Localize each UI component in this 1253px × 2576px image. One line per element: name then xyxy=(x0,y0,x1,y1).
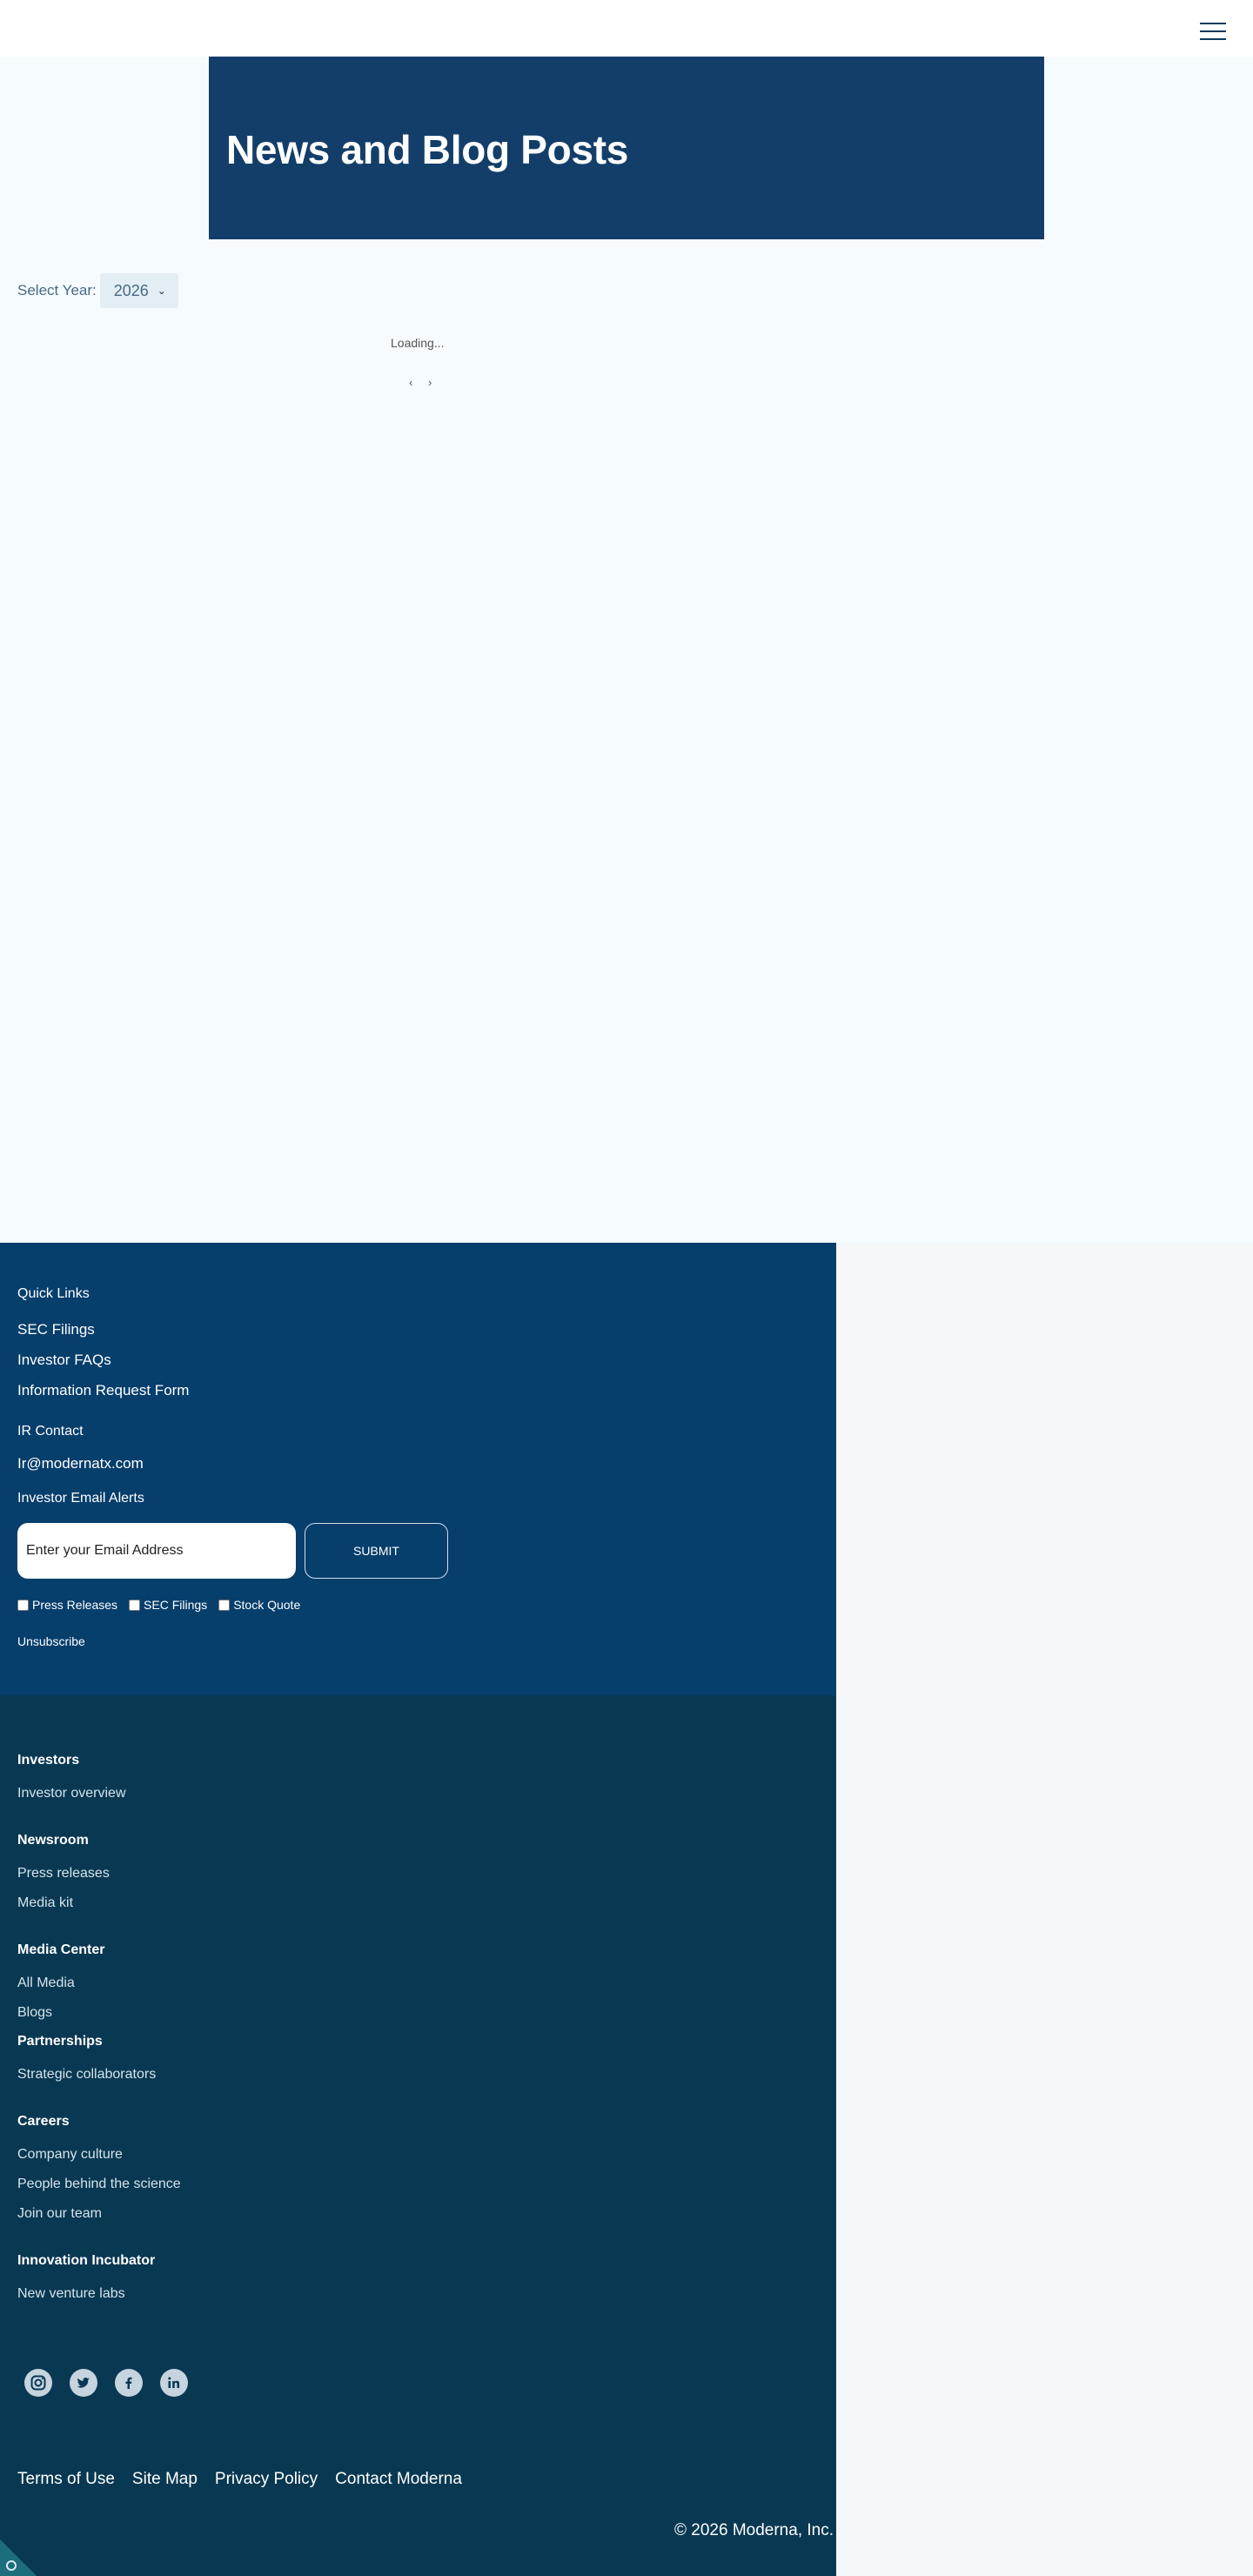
footer-heading-investors: Investors xyxy=(17,1753,80,1768)
top-bar xyxy=(0,0,1253,57)
next-page-button[interactable]: › xyxy=(428,376,435,389)
menu-line xyxy=(1200,38,1226,40)
footer-link-all-media[interactable]: All Media xyxy=(17,1976,75,1991)
loading-text: Loading... xyxy=(391,336,445,350)
footer-link-people-behind-science[interactable]: People behind the science xyxy=(17,2177,181,2192)
ir-email-link[interactable]: Ir@modernatx.com xyxy=(17,1455,144,1472)
copyright-text: © 2026 Moderna, Inc. xyxy=(674,2521,834,2539)
sec-filings-checkbox[interactable] xyxy=(129,1599,141,1611)
footer-link-join-our-team[interactable]: Join our team xyxy=(17,2206,102,2222)
cookie-settings-icon[interactable] xyxy=(0,2539,37,2576)
stock-quote-label: Stock Quote xyxy=(233,1598,301,1612)
footer-link-press-releases[interactable]: Press releases xyxy=(17,1866,110,1882)
hamburger-menu-icon[interactable] xyxy=(1200,23,1228,44)
facebook-icon[interactable] xyxy=(115,2369,143,2397)
submit-button[interactable]: SUBMIT xyxy=(305,1523,448,1579)
menu-line xyxy=(1200,30,1226,32)
footer-navigation: Investors Investor overview Newsroom Pre… xyxy=(0,1695,836,2576)
year-value: 2026 xyxy=(113,281,149,299)
year-select[interactable]: 2026 ⌄ xyxy=(99,273,178,308)
alert-options: Press Releases SEC Filings Stock Quote xyxy=(17,1598,312,1612)
quick-links-heading: Quick Links xyxy=(17,1286,90,1301)
footer-link-company-culture[interactable]: Company culture xyxy=(17,2147,123,2163)
quick-link-information-request[interactable]: Information Request Form xyxy=(17,1382,189,1399)
terms-of-use-link[interactable]: Terms of Use xyxy=(17,2470,115,2489)
footer-heading-innovation: Innovation Incubator xyxy=(17,2253,156,2268)
instagram-icon[interactable] xyxy=(24,2369,52,2397)
footer-link-media-kit[interactable]: Media kit xyxy=(17,1895,73,1911)
email-field[interactable]: Enter your Email Address xyxy=(17,1523,296,1579)
contact-moderna-link[interactable]: Contact Moderna xyxy=(335,2470,462,2489)
stock-quote-checkbox[interactable] xyxy=(218,1599,231,1611)
right-empty-area xyxy=(836,1243,1253,2576)
footer-investor-section: Quick Links SEC Filings Investor FAQs In… xyxy=(0,1243,836,1695)
stock-quote-option[interactable]: Stock Quote xyxy=(218,1598,300,1612)
page-title: News and Blog Posts xyxy=(226,127,629,172)
footer-heading-newsroom: Newsroom xyxy=(17,1833,89,1848)
pagination: ‹ › xyxy=(409,376,440,389)
footer-heading-partnerships: Partnerships xyxy=(17,2034,103,2049)
hero-banner: News and Blog Posts xyxy=(209,57,1044,239)
footer-heading-media-center: Media Center xyxy=(17,1942,105,1957)
site-map-link[interactable]: Site Map xyxy=(132,2470,198,2489)
footer-heading-careers: Careers xyxy=(17,2114,70,2129)
menu-line xyxy=(1200,23,1226,24)
footer-link-investor-overview[interactable]: Investor overview xyxy=(17,1786,126,1801)
footer-link-new-venture-labs[interactable]: New venture labs xyxy=(17,2286,125,2302)
year-label: Select Year: xyxy=(17,282,97,299)
quick-link-investor-faqs[interactable]: Investor FAQs xyxy=(17,1352,111,1369)
twitter-icon[interactable] xyxy=(70,2369,97,2397)
press-releases-option[interactable]: Press Releases xyxy=(17,1598,117,1612)
press-releases-checkbox[interactable] xyxy=(17,1599,29,1611)
prev-page-button[interactable]: ‹ xyxy=(409,376,416,389)
chevron-down-icon: ⌄ xyxy=(157,285,166,297)
legal-links: Terms of Use Site Map Privacy Policy Con… xyxy=(17,2470,479,2489)
year-filter: Select Year: 2026 ⌄ xyxy=(17,273,178,308)
press-releases-label: Press Releases xyxy=(32,1598,118,1612)
unsubscribe-link[interactable]: Unsubscribe xyxy=(17,1634,85,1648)
email-alerts-heading: Investor Email Alerts xyxy=(17,1491,144,1506)
ir-contact-heading: IR Contact xyxy=(17,1424,84,1439)
footer-link-strategic-collaborators[interactable]: Strategic collaborators xyxy=(17,2067,156,2083)
sec-filings-label: SEC Filings xyxy=(144,1598,208,1612)
linkedin-icon[interactable] xyxy=(160,2369,188,2397)
footer-link-blogs[interactable]: Blogs xyxy=(17,2005,52,2021)
privacy-policy-link[interactable]: Privacy Policy xyxy=(215,2470,318,2489)
quick-link-sec-filings[interactable]: SEC Filings xyxy=(17,1321,95,1338)
sec-filings-option[interactable]: SEC Filings xyxy=(129,1598,207,1612)
